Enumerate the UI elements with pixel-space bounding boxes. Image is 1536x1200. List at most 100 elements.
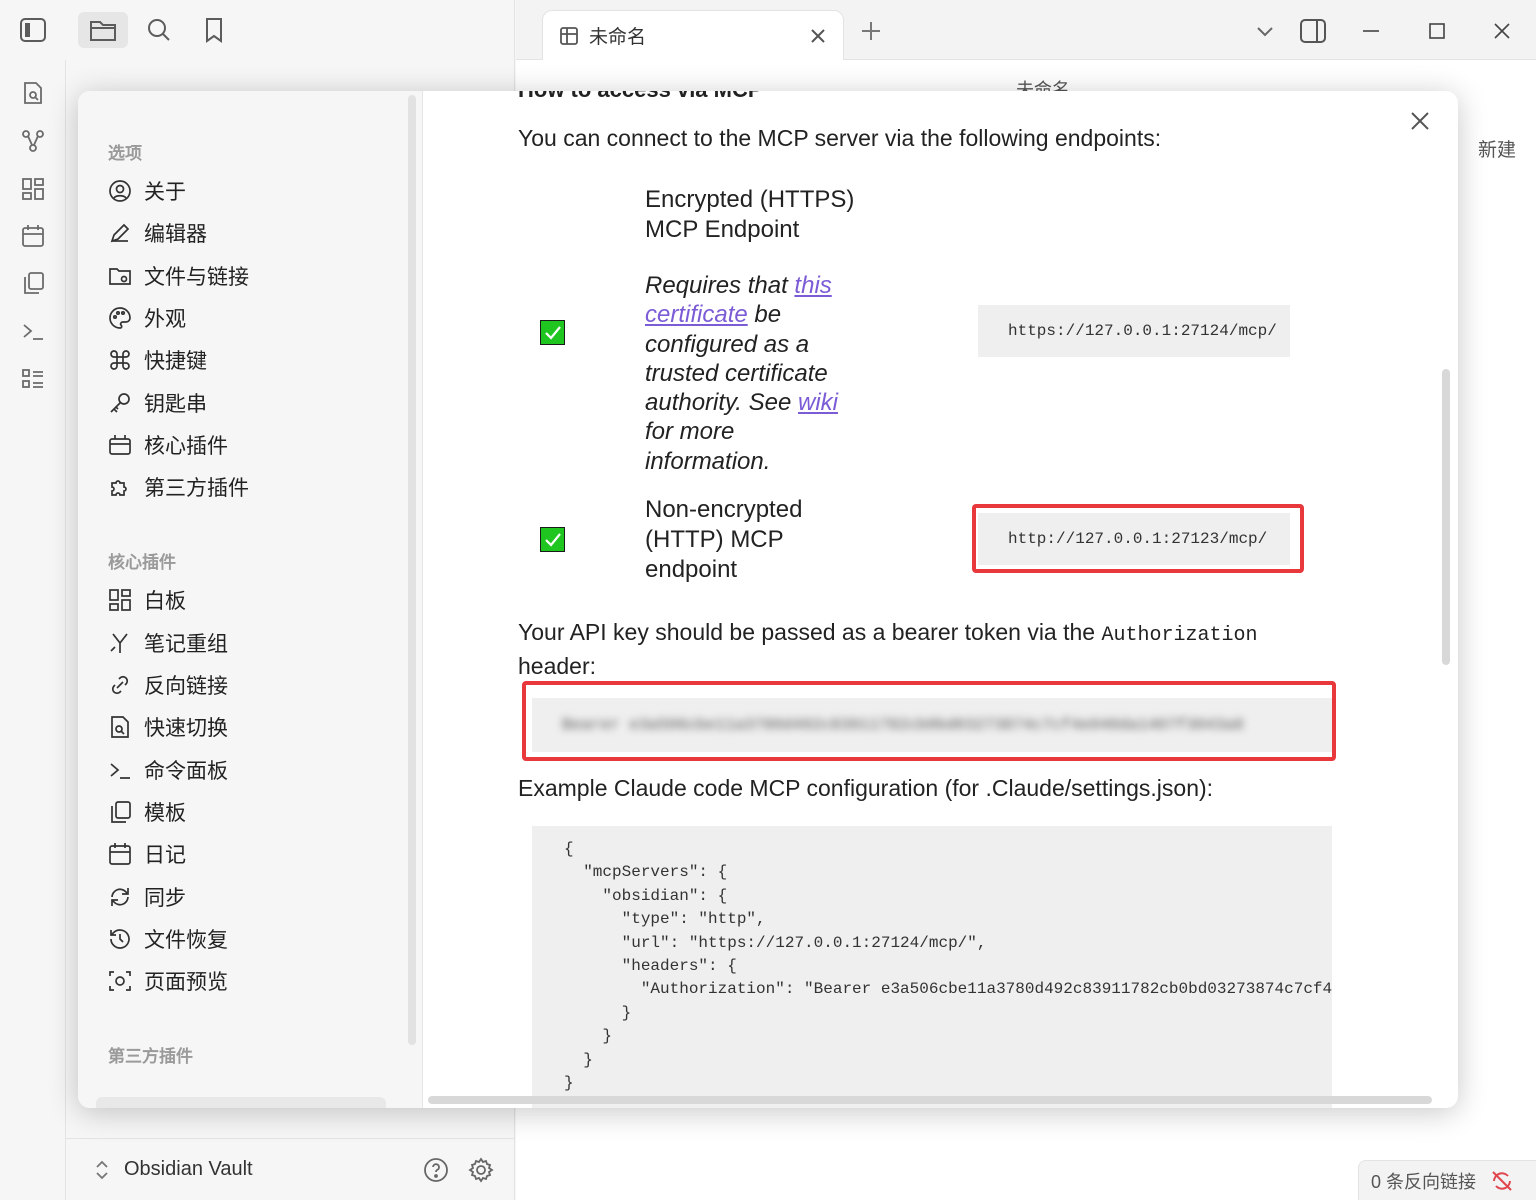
maximize-icon[interactable] [1420, 14, 1454, 48]
wiki-link[interactable]: wiki [798, 389, 838, 416]
settings-nav-item[interactable]: 笔记重组 [108, 624, 398, 662]
http-label-line3: endpoint [645, 556, 738, 583]
bookmark-icon[interactable] [189, 12, 239, 48]
obsidian-window: 未命名 Obsidian Vault 未命名 新建 0 条反向链接 选项 关于 … [0, 0, 1536, 1200]
settings-gear-icon[interactable] [467, 1156, 495, 1184]
command-icon [108, 348, 132, 372]
palette-icon [108, 306, 132, 330]
settings-nav-label: 核心插件 [144, 434, 228, 458]
section-heading: How to access via MCP [518, 91, 763, 103]
settings-nav-label: 反向链接 [144, 675, 228, 698]
graph-view-icon[interactable] [20, 128, 46, 154]
settings-nav-item[interactable]: 第三方插件 [108, 468, 398, 506]
left-toolbar [0, 0, 515, 60]
sidebar-toggle-icon[interactable] [8, 12, 58, 48]
copy-icon [108, 800, 132, 824]
settings-nav-item[interactable]: 快速切换 [108, 708, 398, 746]
tab-untitled[interactable]: 未命名 [542, 10, 844, 60]
settings-nav-item[interactable]: 白板 [108, 581, 398, 619]
section-heading-1: 核心插件 [108, 553, 176, 573]
http-endpoint-label: Non-encrypted (HTTP) MCP endpoint [645, 495, 802, 585]
calendar-icon [108, 842, 132, 866]
settings-nav-item[interactable]: 关于 [108, 172, 398, 210]
https-endpoint-label: Encrypted (HTTPS) MCP Endpoint [645, 185, 854, 245]
settings-nav-label: 快捷键 [144, 350, 207, 374]
close-window-icon[interactable] [1485, 14, 1519, 48]
command-palette-icon[interactable] [20, 318, 46, 344]
new-tab-icon[interactable] [854, 14, 888, 48]
table-icon [559, 26, 579, 46]
vault-name: Obsidian Vault [124, 1158, 253, 1180]
settings-nav-item[interactable]: 命令面板 [108, 751, 398, 789]
settings-nav-label: 模板 [144, 801, 186, 825]
chevron-down-icon[interactable] [1248, 14, 1282, 48]
close-tab-icon[interactable] [809, 27, 827, 45]
new-note-button[interactable]: 新建 [1478, 135, 1516, 162]
folder-cog-icon [108, 264, 132, 288]
settings-nav-item[interactable]: 编辑器 [108, 214, 398, 252]
quick-switcher-icon[interactable] [20, 80, 46, 106]
settings-nav-item[interactable]: 快捷键 [108, 341, 398, 379]
settings-nav-item[interactable]: 核心插件 [108, 426, 398, 464]
settings-modal: 选项 关于 编辑器 文件与链接 外观 快捷键 钥匙串 核心插件 第三方插件 核心插件 白板 笔记重组反… [78, 91, 1458, 1108]
canvas-icon[interactable] [20, 176, 46, 202]
puzzle-icon [108, 475, 132, 499]
note-text-3: for more information. [645, 418, 771, 475]
sync-error-icon[interactable] [1490, 1169, 1514, 1193]
file-explorer-icon[interactable] [78, 12, 128, 48]
key-icon [108, 391, 132, 415]
ribbon [0, 60, 66, 1200]
vertical-scrollbar[interactable] [1442, 369, 1450, 665]
calendar-icon[interactable] [20, 223, 46, 249]
horizontal-scrollbar[interactable] [428, 1096, 1432, 1104]
https-label-line2: MCP Endpoint [645, 216, 800, 243]
note-text-1: Requires that [645, 272, 795, 299]
settings-nav-label: 日记 [144, 844, 186, 868]
api-text: Your API key should be passed as a beare… [518, 619, 1102, 645]
sync-icon [108, 885, 132, 909]
list-icon[interactable] [20, 366, 46, 392]
settings-nav-item[interactable]: 钥匙串 [108, 384, 398, 422]
settings-nav-item[interactable]: 文件恢复 [108, 920, 398, 958]
terminal-icon [108, 758, 132, 782]
close-modal-icon[interactable] [1406, 107, 1434, 135]
settings-nav-item[interactable]: 模板 [108, 793, 398, 831]
templates-icon[interactable] [20, 270, 46, 296]
settings-nav-label: 外观 [144, 307, 186, 331]
https-note: Requires that this certificate be config… [645, 271, 855, 476]
settings-nav-label: 页面预览 [144, 971, 228, 995]
https-enabled-checkbox[interactable] [540, 320, 565, 345]
help-icon[interactable] [422, 1156, 450, 1184]
right-sidebar-toggle-icon[interactable] [1296, 14, 1330, 48]
sidebar-scrollbar[interactable] [408, 95, 416, 1045]
settings-nav-label: 命令面板 [144, 759, 228, 783]
tab-bar: 未命名 [516, 0, 1536, 60]
vault-switcher[interactable]: Obsidian Vault [66, 1138, 515, 1200]
file-search-icon [108, 715, 132, 739]
https-label-line1: Encrypted (HTTPS) [645, 186, 855, 213]
settings-nav-item[interactable]: 页面预览 [108, 962, 398, 1000]
settings-nav-label: 文件与链接 [144, 265, 249, 289]
canvas-icon [108, 588, 132, 612]
plugin-box-icon [108, 433, 132, 457]
plugin-item-partial[interactable] [96, 1097, 386, 1108]
settings-nav-label: 文件恢复 [144, 928, 228, 952]
settings-nav-label: 白板 [144, 590, 186, 614]
api-text-2: header: [518, 653, 597, 679]
settings-nav-label: 笔记重组 [144, 632, 228, 656]
minimize-icon[interactable] [1354, 14, 1388, 48]
backlinks-count[interactable]: 0 条反向链接 [1371, 1168, 1476, 1194]
settings-nav-item[interactable]: 反向链接 [108, 666, 398, 704]
settings-nav-item[interactable]: 同步 [108, 878, 398, 916]
search-icon[interactable] [134, 12, 184, 48]
section-heading-0: 选项 [108, 144, 142, 163]
http-url-highlight [972, 504, 1304, 573]
settings-nav-item[interactable]: 日记 [108, 835, 398, 873]
api-key-highlight [522, 681, 1336, 761]
http-enabled-checkbox[interactable] [540, 527, 565, 552]
authorization-code: Authorization [1101, 624, 1258, 647]
settings-nav-item[interactable]: 文件与链接 [108, 257, 398, 295]
settings-nav-item[interactable]: 外观 [108, 299, 398, 337]
https-url-code: https://127.0.0.1:27124/mcp/ [978, 305, 1290, 357]
settings-nav-label: 关于 [144, 181, 186, 204]
